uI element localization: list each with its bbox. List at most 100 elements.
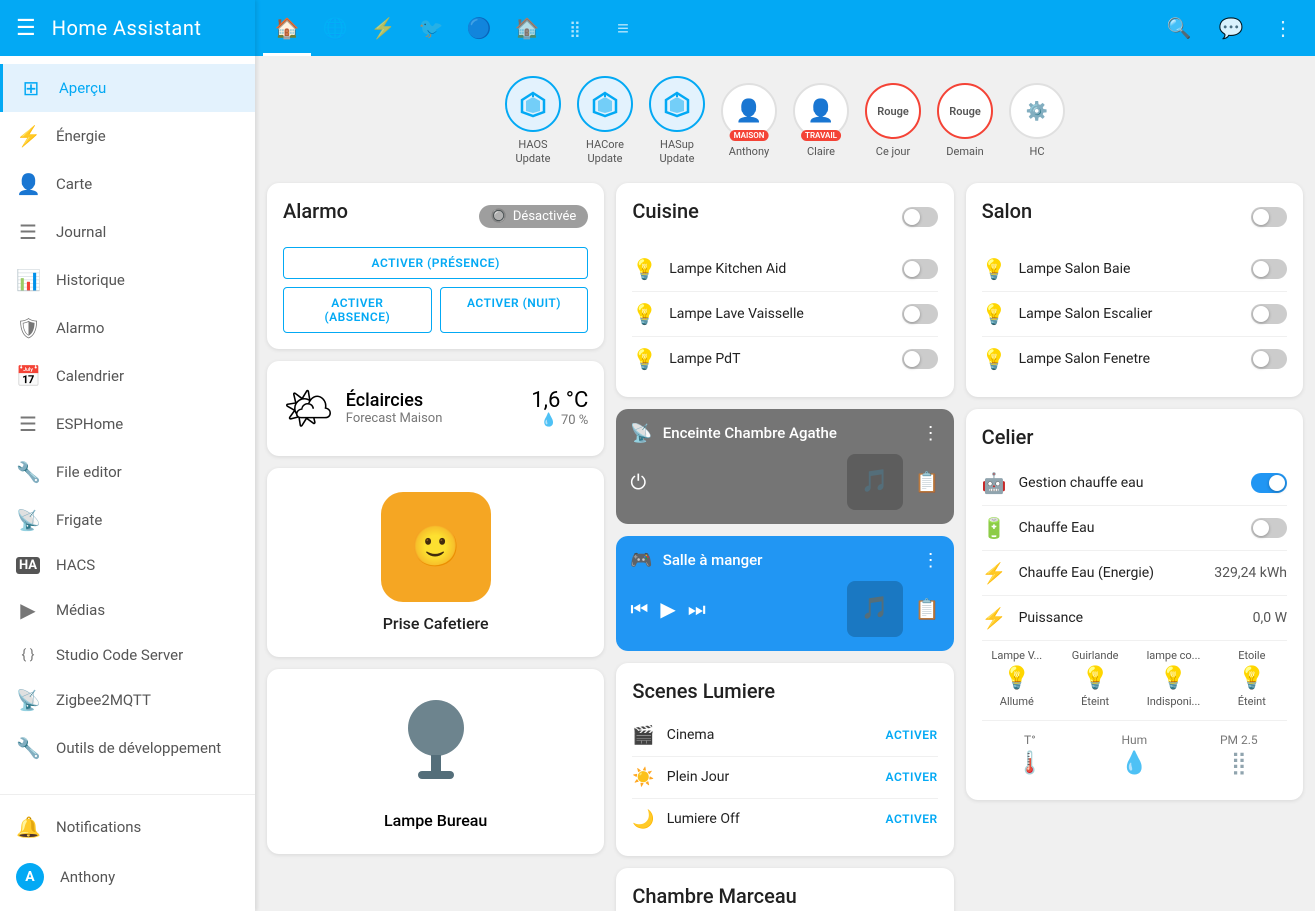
lumiere-off-btn[interactable]: ACTIVER xyxy=(886,812,938,826)
col-mid: Cuisine 💡 Lampe Kitchen Aid 💡 Lampe Lave… xyxy=(616,183,953,911)
sidebar-label-medias: Médias xyxy=(56,601,105,619)
sidebar-item-file-editor[interactable]: 🔧 File editor xyxy=(0,448,255,496)
sensor-pm: PM 2.5 ⣿ xyxy=(1191,733,1287,776)
avatar-claire[interactable]: 👤 TRAVAIL Claire xyxy=(793,83,849,159)
media2-controls-row: ⏮ ▶ ⏭ 🎵 📋 xyxy=(630,581,939,637)
cuisine-title: Cuisine xyxy=(632,199,699,223)
media1-power-icon[interactable]: ⏻ xyxy=(630,470,646,494)
salon-device-1: 💡 Lampe Salon Escalier xyxy=(982,292,1287,337)
lamp-state-icon-2: 💡 xyxy=(1160,666,1187,691)
sidebar-item-hacs[interactable]: HA HACS xyxy=(0,544,255,586)
sidebar-label-journal: Journal xyxy=(56,223,106,241)
journal-icon: ☰ xyxy=(16,220,40,244)
activer-presence-button[interactable]: ACTIVER (PRÉSENCE) xyxy=(283,247,588,279)
activer-nuit-button[interactable]: ACTIVER (NUIT) xyxy=(440,287,589,333)
device-toggle-2[interactable] xyxy=(902,349,938,369)
media2-prev[interactable]: ⏮ xyxy=(630,597,648,621)
device-name-1: Lampe Lave Vaisselle xyxy=(669,306,901,322)
celier-val-2: 329,24 kWh xyxy=(1214,565,1287,581)
plein-jour-btn[interactable]: ACTIVER xyxy=(886,770,938,784)
avatar-anthony[interactable]: 👤 MAISON Anthony xyxy=(721,83,777,159)
sidebar-item-studio-code[interactable]: { } Studio Code Server xyxy=(0,634,255,676)
topnav-chat[interactable]: 💬 xyxy=(1207,0,1255,56)
salon-device-2: 💡 Lampe Salon Fenetre xyxy=(982,337,1287,381)
media2-playlist-icon[interactable]: 📋 xyxy=(915,597,940,621)
prise-icon[interactable]: 🙂 xyxy=(381,492,491,602)
avatar-hacore[interactable]: HACoreUpdate xyxy=(577,76,633,167)
sidebar-item-frigate[interactable]: 📡 Frigate xyxy=(0,496,255,544)
sidebar-header: ☰ Home Assistant xyxy=(0,0,255,56)
sidebar-item-anthony[interactable]: A Anthony xyxy=(0,851,255,903)
activer-absence-button[interactable]: ACTIVER (ABSENCE) xyxy=(283,287,432,333)
media1-cast-icon: 📡 xyxy=(630,423,652,444)
topnav-search[interactable]: 🔍 xyxy=(1155,0,1203,56)
apercu-icon: ⊞ xyxy=(19,76,43,100)
sidebar-item-outils[interactable]: 🔧 Outils de développement xyxy=(0,724,255,772)
topnav-map[interactable]: 🌐 xyxy=(311,0,359,56)
avatar-hasup[interactable]: HASupUpdate xyxy=(649,76,705,167)
celier-row-1: 🔋 Chauffe Eau xyxy=(982,506,1287,551)
salon-toggle-0[interactable] xyxy=(1251,259,1287,279)
sidebar-item-calendrier[interactable]: 📅 Calendrier xyxy=(0,352,255,400)
sidebar-item-esphome[interactable]: ☰ ESPHome xyxy=(0,400,255,448)
topnav-circle[interactable]: 🔵 xyxy=(455,0,503,56)
device-toggle-1[interactable] xyxy=(902,304,938,324)
topnav-more[interactable]: ⋮ xyxy=(1259,0,1307,56)
media1-card: 📡 Enceinte Chambre Agathe ⋮ ⏻ 🎵 📋 xyxy=(616,409,953,524)
app-title: Home Assistant xyxy=(52,16,202,40)
device-toggle-0[interactable] xyxy=(902,259,938,279)
lamp-header-0: Lampe V... xyxy=(991,649,1042,662)
salon-toggle-2[interactable] xyxy=(1251,349,1287,369)
lamp-states: Lampe V... 💡 Allumé Guirlande 💡 Éteint l… xyxy=(982,641,1287,716)
avatar-demain[interactable]: Rouge Demain xyxy=(937,83,993,159)
topnav-twitter[interactable]: 🐦 xyxy=(407,0,455,56)
media1-more-icon[interactable]: ⋮ xyxy=(922,423,940,444)
sidebar-label-zigbee: Zigbee2MQTT xyxy=(56,691,151,709)
topnav-home[interactable]: 🏠 xyxy=(263,0,311,56)
sidebar-item-historique[interactable]: 📊 Historique xyxy=(0,256,255,304)
scenes-title: Scenes Lumiere xyxy=(632,679,937,703)
topnav-grid[interactable]: ⣿ xyxy=(551,0,599,56)
sidebar-item-medias[interactable]: ▶ Médias xyxy=(0,586,255,634)
media1-title: Enceinte Chambre Agathe xyxy=(663,424,912,442)
prise-card: 🙂 Prise Cafetiere xyxy=(267,468,604,657)
celier-toggle-0[interactable] xyxy=(1251,473,1287,493)
energie-icon: ⚡ xyxy=(16,124,40,148)
hamburger-icon[interactable]: ☰ xyxy=(16,16,36,41)
sidebar-item-alarmo[interactable]: 🛡 Alarmo xyxy=(0,304,255,352)
sidebar-label-calendrier: Calendrier xyxy=(56,367,124,385)
media2-play[interactable]: ▶ xyxy=(660,597,675,621)
scene-plein-jour: ☀️ Plein Jour ACTIVER xyxy=(632,757,937,799)
topnav-energy[interactable]: ⚡ xyxy=(359,0,407,56)
sidebar-item-journal[interactable]: ☰ Journal xyxy=(0,208,255,256)
hacs-icon: HA xyxy=(16,557,40,574)
media2-more-icon[interactable]: ⋮ xyxy=(922,550,940,571)
cinema-btn[interactable]: ACTIVER xyxy=(886,728,938,742)
avatar-ce-jour[interactable]: Rouge Ce jour xyxy=(865,83,921,159)
content: HAOSUpdate HACoreUpdate HASupUpdate 👤 MA… xyxy=(255,56,1315,911)
celier-toggle-1[interactable] xyxy=(1251,518,1287,538)
sidebar-item-apercu[interactable]: ⊞ Aperçu xyxy=(0,64,255,112)
avatar-hc[interactable]: ⚙️ HC xyxy=(1009,83,1065,159)
sidebar-item-carte[interactable]: 👤 Carte xyxy=(0,160,255,208)
topnav-house2[interactable]: 🏠 xyxy=(503,0,551,56)
cinema-name: Cinema xyxy=(667,727,886,743)
avatar-haos[interactable]: HAOSUpdate xyxy=(505,76,561,167)
salon-toggle[interactable] xyxy=(1251,207,1287,227)
media1-playlist-icon[interactable]: 📋 xyxy=(915,470,940,494)
cuisine-device-2: 💡 Lampe PdT xyxy=(632,337,937,381)
weather-info: Éclaircies Forecast Maison xyxy=(346,390,519,426)
sidebar-label-notifications: Notifications xyxy=(56,818,141,836)
topnav-lines[interactable]: ≡ xyxy=(599,0,647,56)
salon-toggle-1[interactable] xyxy=(1251,304,1287,324)
cinema-icon: 🎬 xyxy=(632,725,654,746)
droplet-icon: 💧 xyxy=(1121,751,1148,776)
sidebar-item-zigbee[interactable]: 📡 Zigbee2MQTT xyxy=(0,676,255,724)
sidebar-label-hacs: HACS xyxy=(56,556,95,574)
media2-next[interactable]: ⏭ xyxy=(688,597,706,621)
sidebar-item-notifications[interactable]: 🔔 Notifications xyxy=(0,803,255,851)
plein-jour-icon: ☀️ xyxy=(632,767,654,788)
sidebar-item-energie[interactable]: ⚡ Énergie xyxy=(0,112,255,160)
cuisine-toggle[interactable] xyxy=(902,207,938,227)
lamp-state-icon-3: 💡 xyxy=(1238,666,1265,691)
